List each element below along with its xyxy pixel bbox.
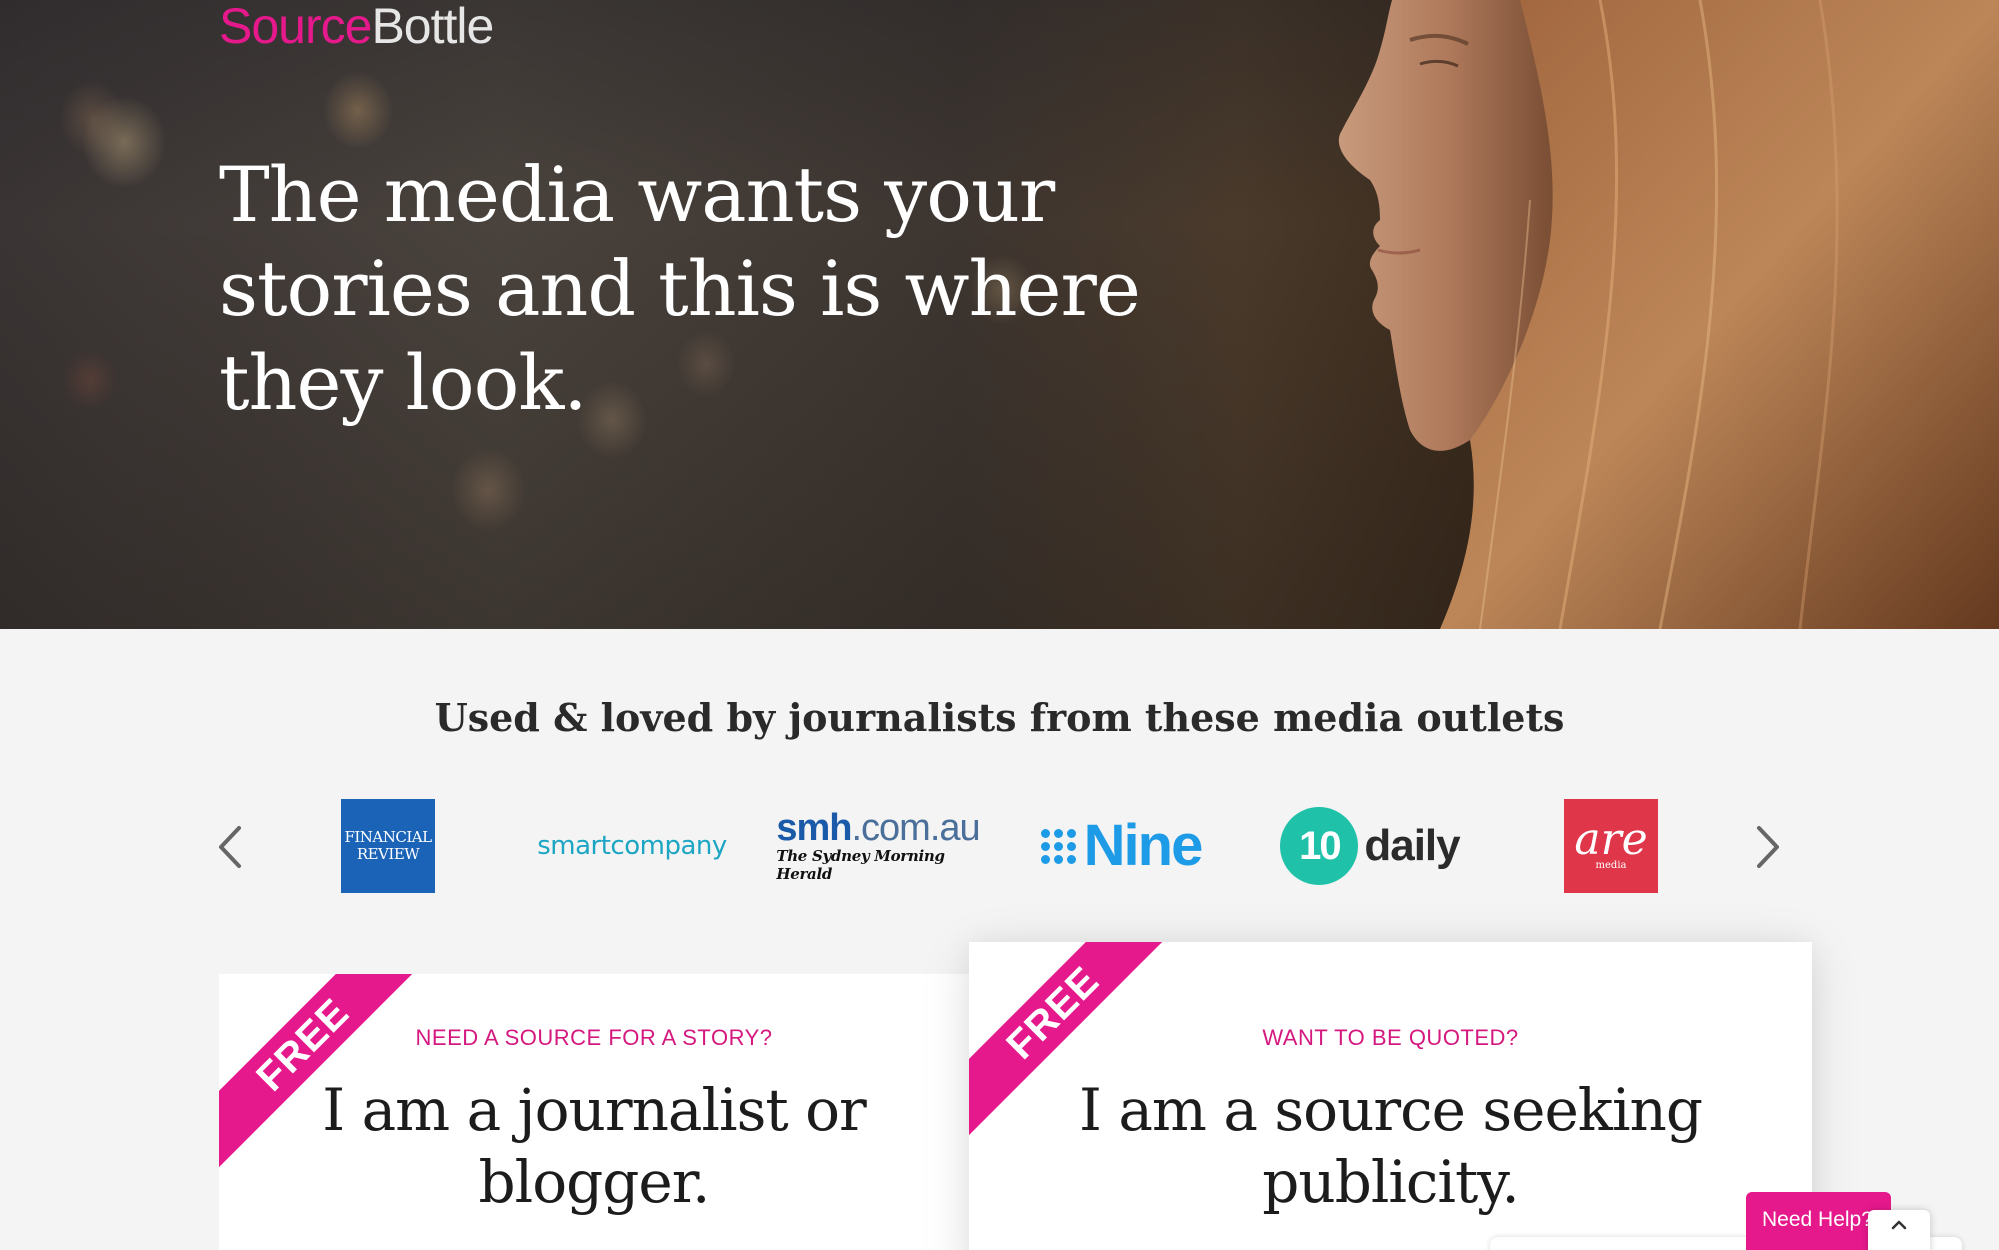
sourcebottle-logo[interactable]: SourceBottle: [219, 0, 494, 54]
carousel-prev-button[interactable]: [210, 822, 250, 872]
nine-dots-icon: [1040, 828, 1076, 864]
chevron-right-icon: [1757, 826, 1779, 868]
logo-source-text: Source: [219, 0, 372, 54]
logo-10-daily: 10 daily: [1272, 798, 1468, 894]
logo-nine: Nine: [1028, 798, 1214, 894]
afr-line2: REVIEW: [356, 845, 420, 863]
logo-smh: smh.com.au The Sydney Morning Herald: [776, 798, 980, 894]
carousel-next-button[interactable]: [1748, 822, 1788, 872]
hero-banner: SourceBottle The media wants your storie…: [0, 0, 1999, 629]
logo-financial-review: FINANCIAL REVIEW: [340, 798, 436, 894]
logo-bottle-text: Bottle: [371, 0, 494, 54]
are-word: are: [1574, 814, 1648, 865]
smartcompany-text: smartcompany: [537, 831, 727, 861]
source-heading: I am a source seeking publicity.: [1079, 1076, 1703, 1216]
smh-subtitle: The Sydney Morning Herald: [776, 847, 945, 883]
journalist-heading: I am a journalist or blogger.: [322, 1076, 867, 1216]
ten-number: 10: [1280, 807, 1359, 885]
smh-domain: .com.au: [851, 807, 980, 849]
source-kicker: WANT TO BE QUOTED?: [1262, 1025, 1519, 1050]
chevron-up-icon: [1891, 1220, 1907, 1230]
scroll-to-top-button[interactable]: [1868, 1210, 1930, 1250]
smh-main: smh: [776, 807, 852, 849]
logo-are-media: are media: [1563, 798, 1659, 894]
afr-line1: FINANCIAL: [344, 828, 432, 846]
ten-daily-text: daily: [1364, 821, 1460, 870]
chevron-left-icon: [219, 826, 241, 868]
logo-smartcompany: smartcompany: [530, 798, 734, 894]
nine-text: Nine: [1083, 813, 1204, 878]
outlets-title: Used & loved by journalists from these m…: [434, 695, 1565, 740]
hero-headline: The media wants your stories and this is…: [219, 150, 1141, 427]
source-card[interactable]: FREE WANT TO BE QUOTED? I am a source se…: [969, 942, 1812, 1250]
journalist-kicker: NEED A SOURCE FOR A STORY?: [415, 1025, 773, 1050]
are-media-text: media: [1595, 860, 1627, 871]
journalist-card[interactable]: FREE NEED A SOURCE FOR A STORY? I am a j…: [219, 974, 969, 1250]
